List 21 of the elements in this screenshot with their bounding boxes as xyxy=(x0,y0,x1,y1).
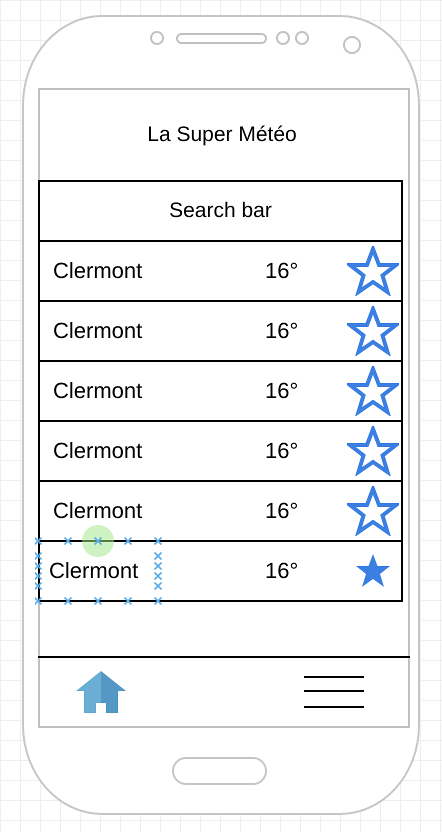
star-outline-icon[interactable] xyxy=(347,246,399,296)
city-name: Clermont xyxy=(53,318,144,344)
city-name: Clermont xyxy=(53,258,144,284)
temperature: 16° xyxy=(265,498,300,524)
app-title: La Super Météo xyxy=(147,123,297,147)
temperature: 16° xyxy=(265,258,300,284)
city-name: Clermont xyxy=(49,558,140,584)
temperature: 16° xyxy=(265,378,300,404)
search-bar[interactable]: Search bar xyxy=(40,182,401,242)
city-name: Clermont xyxy=(53,438,144,464)
temperature: 16° xyxy=(265,558,300,584)
star-outline-icon[interactable] xyxy=(347,486,399,536)
city-name: Clermont xyxy=(53,378,144,404)
temperature: 16° xyxy=(265,318,300,344)
menu-icon[interactable] xyxy=(304,675,364,709)
star-outline-icon[interactable] xyxy=(347,306,399,356)
home-icon[interactable] xyxy=(76,671,126,713)
city-name: Clermont xyxy=(53,498,144,524)
temperature: 16° xyxy=(265,438,300,464)
star-outline-icon[interactable] xyxy=(347,426,399,476)
star-outline-icon[interactable] xyxy=(347,366,399,416)
